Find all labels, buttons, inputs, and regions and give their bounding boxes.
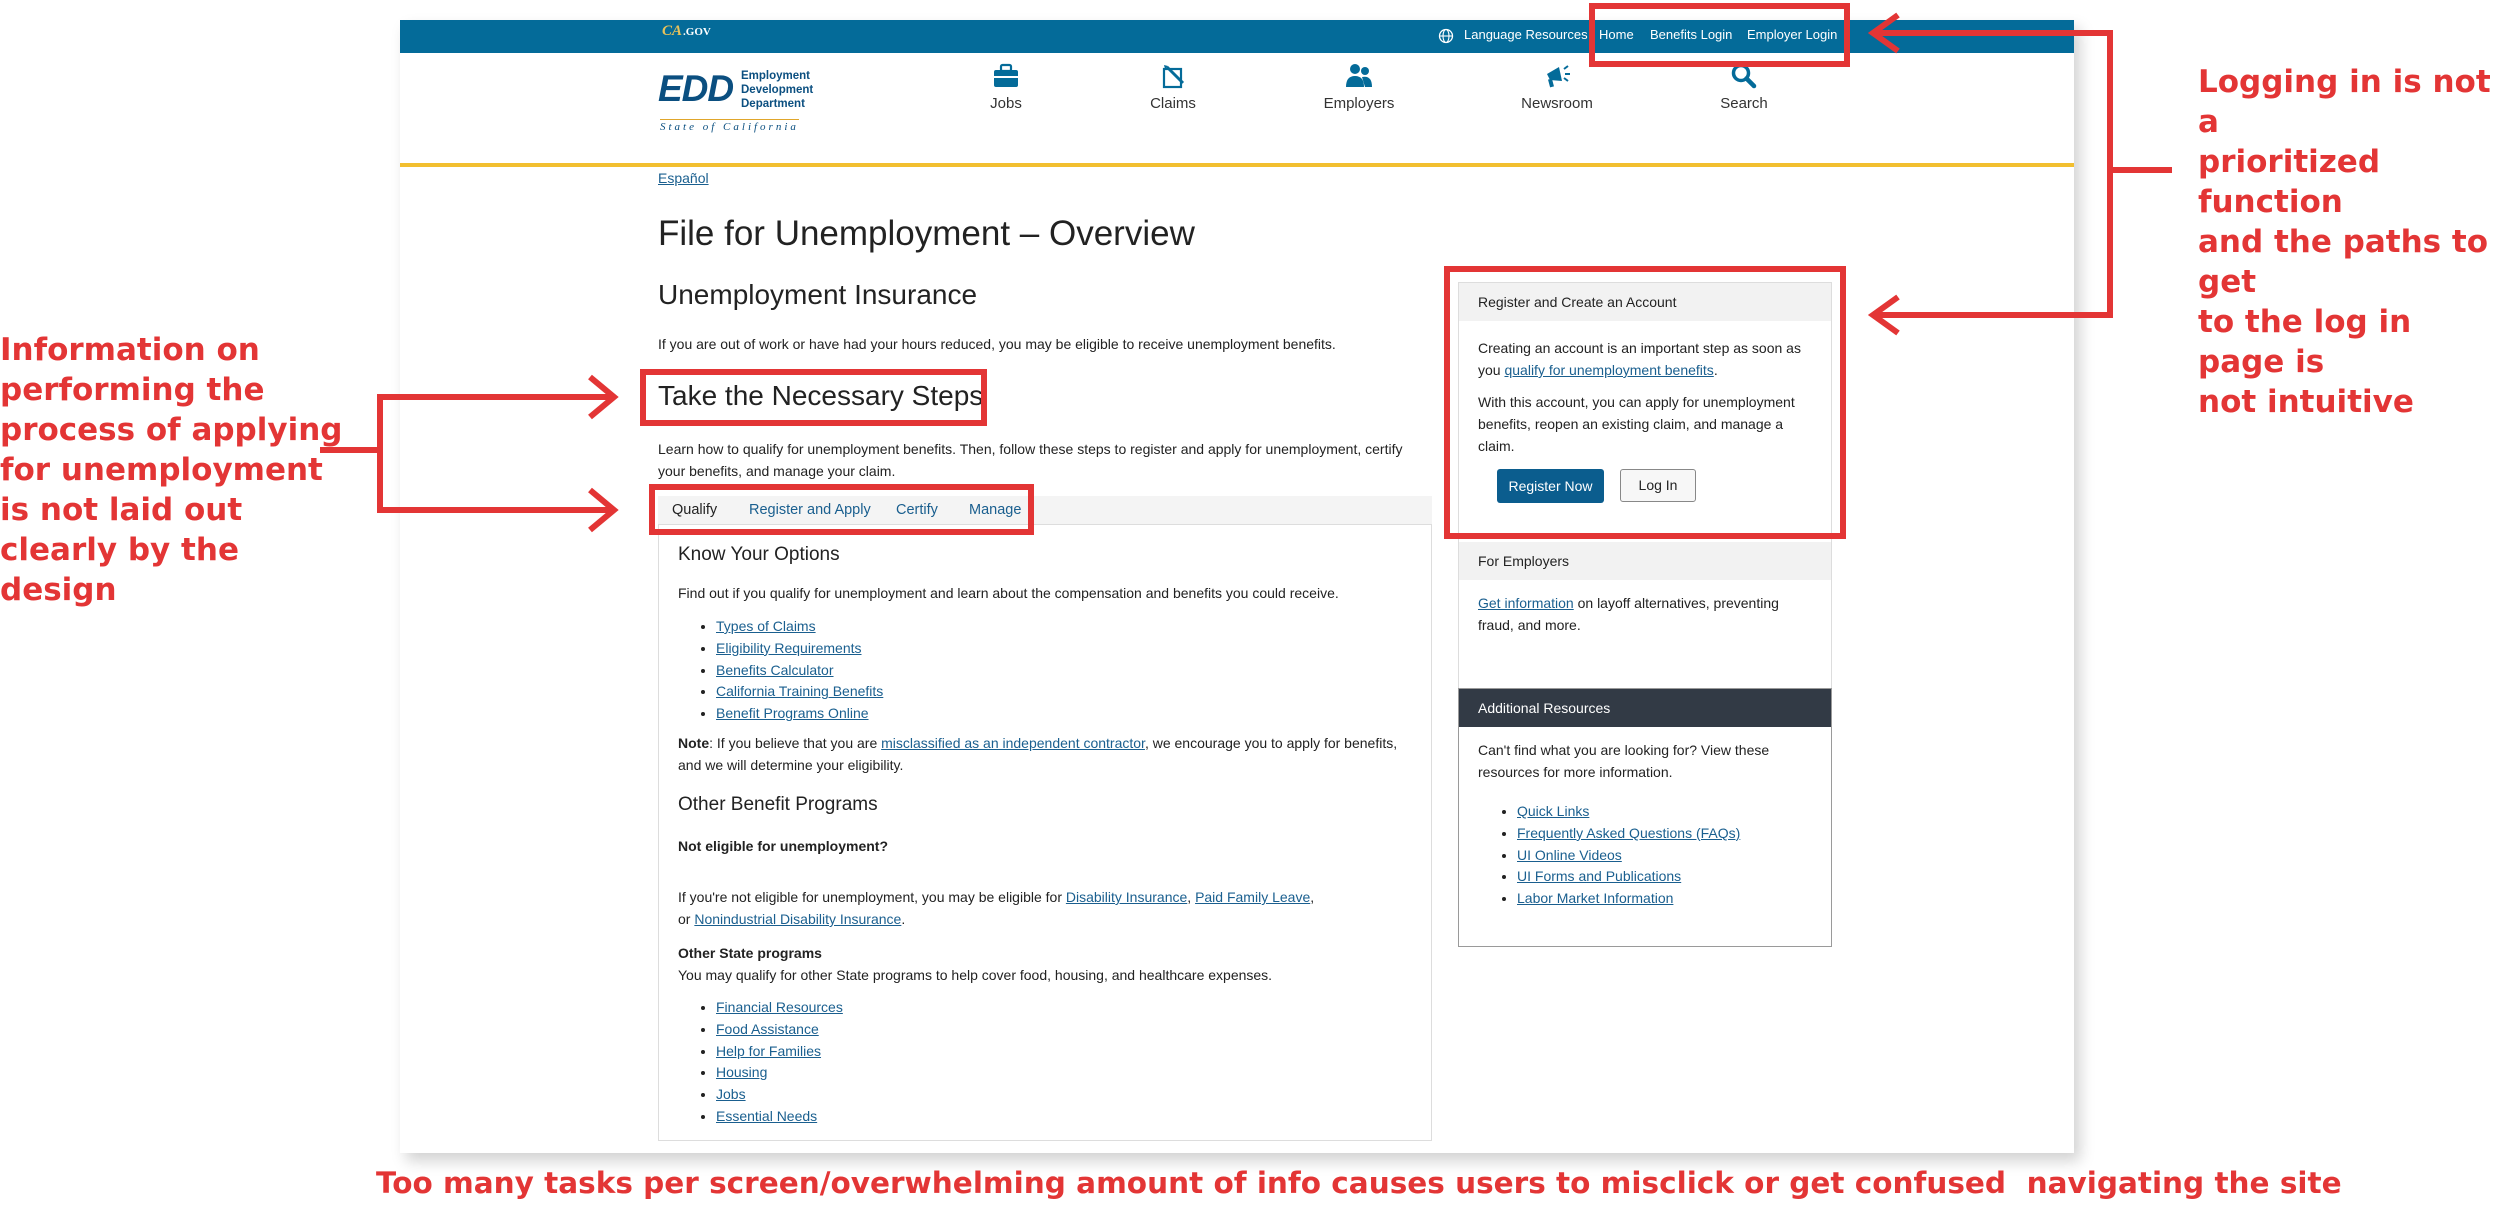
- annotation-arrows: [320, 12, 2172, 533]
- right-bracket-line: [1873, 30, 2113, 318]
- annotation-line: design: [0, 572, 117, 608]
- annotation-line: for unemployment: [0, 452, 323, 488]
- steps-annotation: Information on performing the process of…: [0, 330, 342, 610]
- annotation-line: is not laid out: [0, 492, 243, 528]
- annotation-line: clearly by the: [0, 532, 239, 568]
- annotation-line: process of applying: [0, 412, 343, 448]
- annotation-line: Information on: [0, 332, 260, 368]
- annotation-line: prioritized function: [2198, 144, 2381, 220]
- annotation-line: performing the: [0, 372, 265, 408]
- annotation-line: and the paths to get: [2198, 224, 2489, 300]
- overload-annotation: Too many tasks per screen/overwhelming a…: [376, 1166, 2342, 1200]
- annotation-line: Logging in is not a: [2198, 64, 2491, 140]
- annotation-line: not intuitive: [2198, 384, 2414, 420]
- left-bracket-line: [377, 394, 612, 513]
- annotation-line: to the log in page is: [2198, 304, 2412, 380]
- login-annotation: Logging in is not a prioritized function…: [2198, 62, 2500, 422]
